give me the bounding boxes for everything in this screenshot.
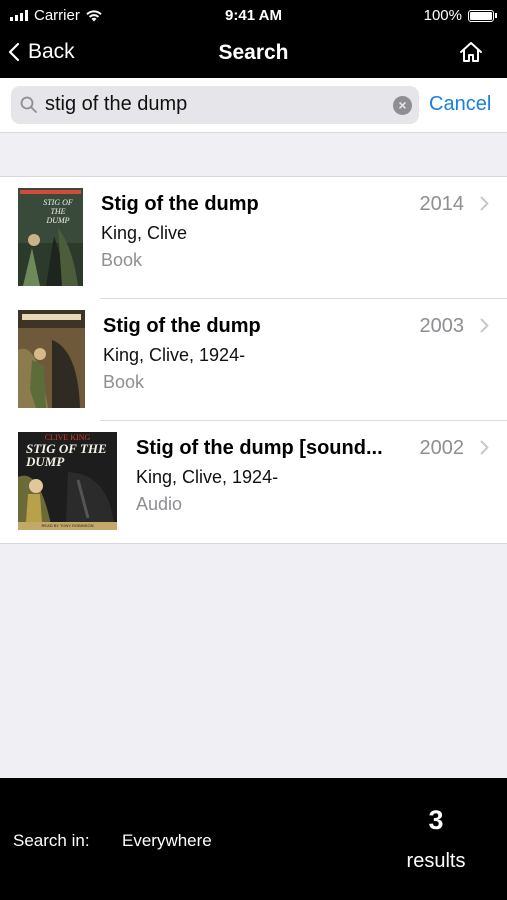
- bottom-bar: Search in: Everywhere 3 results: [0, 778, 507, 900]
- clear-icon[interactable]: ×: [393, 96, 412, 115]
- book-cover-image: STIG OF THE DUMP: [18, 188, 83, 286]
- home-button[interactable]: [459, 41, 483, 68]
- search-icon: [20, 96, 37, 113]
- battery-icon: [468, 9, 494, 22]
- result-type: Audio: [136, 494, 183, 514]
- result-title: Stig of the dump [sound...: [136, 437, 383, 459]
- list-item[interactable]: CLIVE KING STIG OF THE DUMP READ BY TONY…: [0, 421, 507, 543]
- result-type: Book: [101, 250, 143, 270]
- navigation-bar: Back Search: [0, 32, 507, 78]
- status-bar: Carrier 9:41 AM 100%: [0, 0, 507, 32]
- result-year: 2002: [419, 437, 465, 459]
- home-icon: [460, 42, 482, 62]
- cancel-button[interactable]: Cancel: [429, 93, 491, 116]
- search-query[interactable]: stig of the dump: [45, 93, 187, 116]
- audio-cover-image: CLIVE KING STIG OF THE DUMP READ BY TONY…: [18, 432, 117, 530]
- list-item[interactable]: Stig of the dump King, Clive, 1924- Book…: [0, 299, 507, 421]
- status-right: 100%: [424, 7, 497, 24]
- chevron-right-icon: [480, 318, 489, 333]
- result-year: 2003: [419, 315, 465, 337]
- search-bar: stig of the dump × Cancel: [0, 78, 507, 133]
- book-cover-image: [18, 310, 85, 408]
- result-author: King, Clive, 1924-: [103, 345, 246, 365]
- chevron-right-icon: [480, 196, 489, 211]
- page-title: Search: [218, 41, 289, 64]
- chevron-right-icon: [480, 440, 489, 455]
- cover-title-text: STIG OF THE DUMP: [26, 441, 107, 469]
- battery-percent: 100%: [423, 7, 462, 24]
- result-type: Book: [103, 372, 145, 392]
- list-item[interactable]: STIG OF THE DUMP Stig of the dump King, …: [0, 177, 507, 299]
- cover-narrator-text: READ BY TONY ROBINSON: [41, 523, 94, 528]
- result-title: Stig of the dump: [101, 193, 259, 215]
- result-title: Stig of the dump: [103, 315, 261, 337]
- search-in-label: Search in:: [13, 831, 90, 850]
- results-count: 3: [428, 805, 444, 835]
- results-list: STIG OF THE DUMP Stig of the dump King, …: [0, 176, 507, 544]
- result-year: 2014: [419, 193, 465, 215]
- search-input[interactable]: stig of the dump ×: [11, 86, 419, 124]
- cover-title-text: STIG OF THE DUMP: [43, 198, 73, 225]
- result-author: King, Clive: [101, 223, 188, 243]
- battery-tip: [495, 13, 497, 18]
- result-author: King, Clive, 1924-: [136, 467, 279, 487]
- search-scope-selector[interactable]: Everywhere: [122, 831, 212, 851]
- results-label: results: [406, 850, 466, 872]
